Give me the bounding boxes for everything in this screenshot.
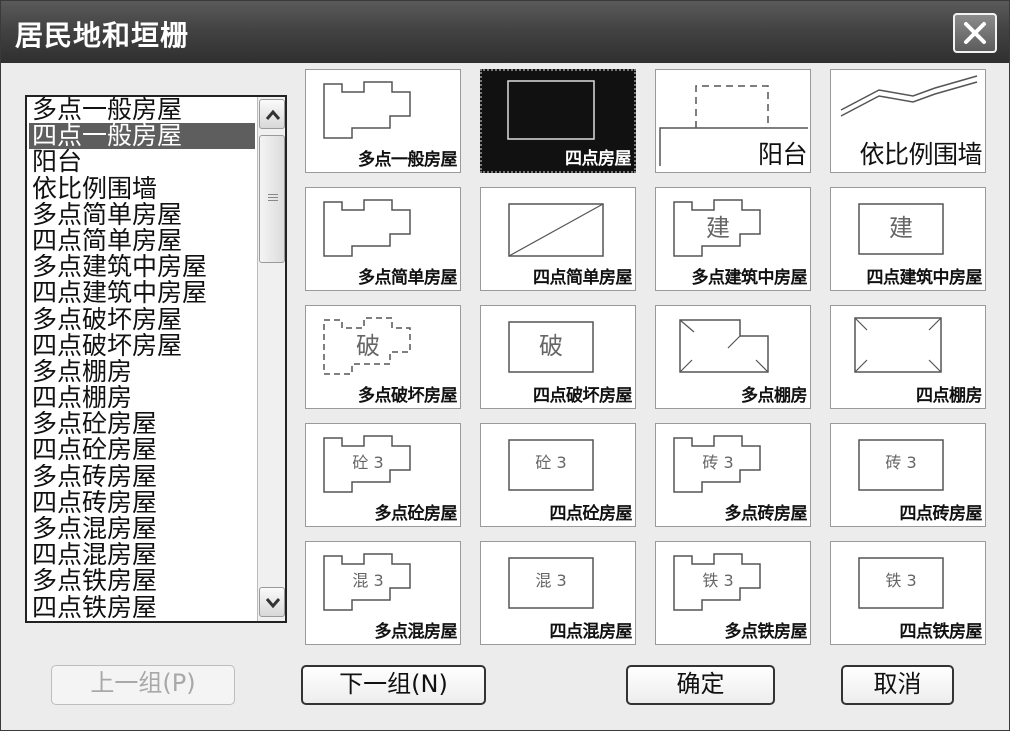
prev-group-button[interactable]: 上一组(P)	[51, 665, 235, 705]
symbol-label: 四点棚房	[916, 386, 983, 406]
list-item[interactable]: 多点砖房屋	[29, 464, 255, 490]
list-item[interactable]: 四点建筑中房屋	[29, 280, 255, 306]
symbol-annotation: 混 3	[352, 571, 383, 590]
dialog-window: 居民地和垣栅 多点一般房屋 四点一般房屋 阳台 依比例围墙 多点简单房屋 四点简单房屋 多点…	[0, 0, 1010, 731]
cancel-button[interactable]: 取消	[841, 665, 954, 705]
symbol-cell[interactable]: 铁 3 四点铁房屋	[830, 541, 986, 645]
list-item[interactable]: 四点一般房屋	[29, 123, 255, 150]
symbol-label: 四点破坏房屋	[533, 386, 633, 406]
symbol-cell[interactable]: 砖 3 多点砖房屋	[655, 423, 811, 527]
list-item[interactable]: 四点砖房屋	[29, 490, 255, 516]
scroll-down-button[interactable]	[259, 587, 285, 617]
close-icon	[964, 22, 986, 44]
scroll-up-button[interactable]	[259, 99, 285, 129]
symbol-annotation: 砼 3	[535, 453, 566, 472]
symbol-cell[interactable]: 依比例围墙	[830, 69, 986, 173]
list-item[interactable]: 多点建筑中房屋	[29, 254, 255, 280]
symbol-label: 多点铁房屋	[724, 622, 808, 642]
symbol-label: 依比例围墙	[859, 140, 982, 169]
symbol-cell[interactable]: 混 3 多点混房屋	[305, 541, 461, 645]
symbol-cell[interactable]: 混 3 四点混房屋	[480, 541, 636, 645]
symbol-cell[interactable]: 阳台	[655, 69, 811, 173]
symbol-list: 多点一般房屋 四点一般房屋 阳台 依比例围墙 多点简单房屋 四点简单房屋 多点建筑中房屋 四点…	[29, 97, 255, 621]
symbol-annotation: 砼 3	[352, 453, 383, 472]
list-item[interactable]: 四点砼房屋	[29, 437, 255, 463]
chevron-down-icon	[265, 598, 281, 609]
symbol-cell[interactable]: 四点简单房屋	[480, 187, 636, 291]
symbol-label: 四点简单房屋	[533, 268, 633, 288]
symbol-cell[interactable]: 砖 3 四点砖房屋	[830, 423, 986, 527]
list-item[interactable]: 四点混房屋	[29, 542, 255, 568]
symbol-annotation: 建	[706, 214, 730, 242]
list-item[interactable]: 多点棚房	[29, 359, 255, 385]
symbol-cell[interactable]: 多点一般房屋	[305, 69, 461, 173]
symbol-label: 多点建筑中房屋	[691, 268, 808, 288]
list-item[interactable]: 依比例围墙	[29, 176, 255, 202]
symbol-label: 多点破坏房屋	[358, 386, 458, 406]
symbol-annotation: 混 3	[535, 571, 566, 590]
symbol-label: 四点砼房屋	[549, 504, 633, 524]
symbol-annotation: 砖 3	[702, 453, 733, 472]
symbol-annotation: 铁 3	[702, 571, 733, 590]
list-item[interactable]: 多点混房屋	[29, 516, 255, 542]
list-item[interactable]: 四点棚房	[29, 385, 255, 411]
symbol-label: 多点棚房	[741, 386, 808, 406]
symbol-cell[interactable]: 建多点建筑中房屋	[655, 187, 811, 291]
next-group-button[interactable]: 下一组(N)	[301, 665, 486, 705]
symbol-label: 多点简单房屋	[358, 268, 458, 288]
symbol-label: 四点砖房屋	[899, 504, 983, 524]
symbol-cell[interactable]: 砼 3 四点砼房屋	[480, 423, 636, 527]
chevron-up-icon	[265, 109, 281, 120]
list-item[interactable]: 多点砼房屋	[29, 411, 255, 437]
symbol-cell[interactable]: 建四点建筑中房屋	[830, 187, 986, 291]
symbol-cell[interactable]: 破四点破坏房屋	[480, 305, 636, 409]
symbol-cell[interactable]: 砼 3 多点砼房屋	[305, 423, 461, 527]
symbol-label: 多点砼房屋	[374, 504, 458, 524]
list-item[interactable]: 四点破坏房屋	[29, 333, 255, 359]
scroll-thumb[interactable]	[259, 135, 285, 263]
dialog-title: 居民地和垣栅	[15, 19, 190, 52]
symbol-cell[interactable]: 破多点破坏房屋	[305, 305, 461, 409]
list-item[interactable]: 四点铁房屋	[29, 595, 255, 621]
symbol-grid: 多点一般房屋 四点房屋 阳台 依比例围墙多点简单房屋 四点简单房屋 建多点建筑中房屋…	[305, 69, 987, 645]
symbol-annotation: 建	[889, 214, 913, 242]
symbol-cell[interactable]: 四点房屋	[480, 69, 636, 173]
symbol-listbox[interactable]: 多点一般房屋 四点一般房屋 阳台 依比例围墙 多点简单房屋 四点简单房屋 多点建筑中房屋 四点…	[25, 95, 287, 623]
symbol-annotation: 破	[539, 332, 563, 360]
ok-button[interactable]: 确定	[626, 665, 775, 705]
symbol-label: 多点混房屋	[374, 622, 458, 642]
symbol-cell[interactable]: 多点简单房屋	[305, 187, 461, 291]
symbol-label: 阳台	[757, 140, 808, 169]
title-bar[interactable]: 居民地和垣栅	[1, 1, 1009, 63]
close-button[interactable]	[953, 13, 997, 53]
list-item[interactable]: 多点简单房屋	[29, 202, 255, 228]
list-item[interactable]: 多点破坏房屋	[29, 307, 255, 333]
symbol-label: 多点一般房屋	[358, 150, 458, 170]
symbol-label: 四点铁房屋	[899, 622, 983, 642]
symbol-label: 四点混房屋	[549, 622, 633, 642]
symbol-annotation: 破	[356, 332, 380, 360]
symbol-annotation: 砖 3	[885, 453, 916, 472]
symbol-label: 多点砖房屋	[724, 504, 808, 524]
symbol-label: 四点房屋	[565, 149, 632, 169]
list-item[interactable]: 阳台	[29, 149, 255, 175]
symbol-cell[interactable]: 多点棚房	[655, 305, 811, 409]
list-scrollbar[interactable]	[257, 97, 285, 621]
list-item[interactable]: 多点一般房屋	[29, 97, 255, 123]
symbol-annotation: 铁 3	[885, 571, 916, 590]
list-item[interactable]: 多点铁房屋	[29, 568, 255, 594]
symbol-label: 四点建筑中房屋	[866, 268, 983, 288]
list-item[interactable]: 四点简单房屋	[29, 228, 255, 254]
symbol-cell[interactable]: 四点棚房	[830, 305, 986, 409]
thumb-grip	[268, 194, 278, 204]
symbol-cell[interactable]: 铁 3 多点铁房屋	[655, 541, 811, 645]
